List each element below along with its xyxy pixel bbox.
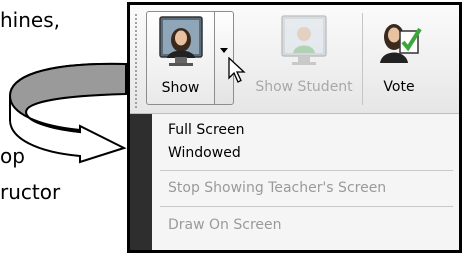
vote-button[interactable]: Vote xyxy=(368,11,430,105)
vote-icon xyxy=(380,24,422,63)
show-dropdown-menu: Full Screen Windowed Stop Showing Teache… xyxy=(130,114,459,250)
classroom-app-window: Show Show Student Vote Full Screen Windo… xyxy=(127,2,462,253)
menu-separator xyxy=(160,170,453,171)
student-icon xyxy=(281,15,327,65)
show-student-button[interactable]: Show Student xyxy=(248,11,360,105)
teacher-icon xyxy=(158,16,203,66)
toolbar-grip[interactable] xyxy=(134,13,138,109)
show-button-label: Show xyxy=(161,80,200,96)
mouse-pointer-icon xyxy=(228,57,246,83)
show-student-button-label: Show Student xyxy=(255,79,353,95)
menu-separator xyxy=(160,206,453,207)
menu-item-draw-on-screen[interactable]: Draw On Screen xyxy=(168,217,282,233)
menu-item-windowed[interactable]: Windowed xyxy=(168,145,241,161)
toolbar-separator xyxy=(362,13,363,105)
toolbar: Show Show Student Vote xyxy=(130,5,459,114)
show-button[interactable]: Show xyxy=(146,11,214,105)
menu-item-full-screen[interactable]: Full Screen xyxy=(168,122,245,138)
vote-button-label: Vote xyxy=(383,79,415,95)
menu-side-strip xyxy=(130,114,152,250)
menu-item-stop-showing-teachers-screen[interactable]: Stop Showing Teacher's Screen xyxy=(168,180,386,196)
chevron-down-icon xyxy=(220,48,228,53)
